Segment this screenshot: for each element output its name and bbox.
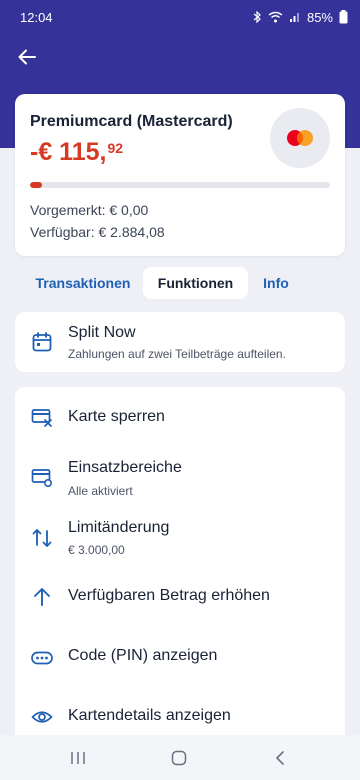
available-amount: Verfügbar: € 2.884,08 [30,224,165,240]
signal-icon [289,13,299,22]
status-bar: 12:04 85% [0,0,360,34]
card-title: Premiumcard (Mastercard) [30,113,233,130]
usage-areas-title: Einsatzbereiche [68,459,182,476]
increase-available-item[interactable]: Verfügbaren Betrag erhöhen [15,567,345,625]
show-card-details-title: Kartendetails anzeigen [68,707,231,724]
status-time: 12:04 [20,9,53,25]
bluetooth-icon [253,11,261,23]
system-back-button[interactable] [268,747,292,769]
card-balance: -€ 115,92 [30,138,123,167]
pending-amount: Vorgemerkt: € 0,00 [30,202,149,218]
back-button[interactable] [14,44,40,70]
chevron-left-icon [276,751,284,765]
system-navigation-bar [0,735,360,780]
recent-apps-button[interactable] [66,747,90,769]
limit-change-subtitle: € 3.000,00 [68,543,125,557]
calendar-icon [32,332,52,352]
functions-panel: Karte sperren Einsatzbereiche Alle aktiv… [15,387,345,747]
usage-areas-item[interactable]: Einsatzbereiche Alle aktiviert [15,447,345,505]
recent-apps-icon [71,752,85,764]
tab-funktionen[interactable]: Funktionen [143,267,248,299]
split-now-title: Split Now [68,324,136,341]
card-balance-main: -€ 115, [30,138,107,166]
usage-progress-fill [30,182,42,188]
lock-card-title: Karte sperren [68,408,165,425]
card-summary: Premiumcard (Mastercard) -€ 115,92 Vorge… [15,94,345,256]
lock-card-item[interactable]: Karte sperren [15,387,345,445]
arrow-up-icon [34,588,50,606]
tab-bar: Transaktionen Funktionen Info [15,267,345,299]
swap-vertical-icon [32,529,52,547]
limit-change-title: Limitänderung [68,519,170,536]
split-now-panel: Split Now Zahlungen auf zwei Teilbeträge… [15,312,345,372]
limit-change-item[interactable]: Limitänderung € 3.000,00 [15,507,345,565]
battery-icon [339,10,348,24]
card-settings-icon [31,469,53,488]
split-now-subtitle: Zahlungen auf zwei Teilbeträge aufteilen… [68,347,286,361]
mastercard-logo-icon [287,130,313,146]
wifi-icon [268,11,283,23]
arrow-left-icon [18,49,36,65]
card-balance-cents: 92 [107,140,124,156]
home-icon [171,750,187,766]
increase-available-title: Verfügbaren Betrag erhöhen [68,587,270,604]
usage-areas-subtitle: Alle aktiviert [68,484,133,498]
status-icons: 85% [253,10,348,25]
tab-transaktionen[interactable]: Transaktionen [21,267,145,299]
pin-dots-icon [31,651,53,665]
show-pin-title: Code (PIN) anzeigen [68,647,218,664]
show-pin-item[interactable]: Code (PIN) anzeigen [15,627,345,685]
battery-level: 85% [306,9,333,25]
card-lock-icon [31,409,52,427]
eye-icon [31,711,53,723]
split-now-item[interactable]: Split Now Zahlungen auf zwei Teilbeträge… [15,312,345,372]
home-button[interactable] [167,747,191,769]
card-logo [270,108,330,168]
usage-progress-bar [30,182,330,188]
tab-info[interactable]: Info [255,267,297,299]
